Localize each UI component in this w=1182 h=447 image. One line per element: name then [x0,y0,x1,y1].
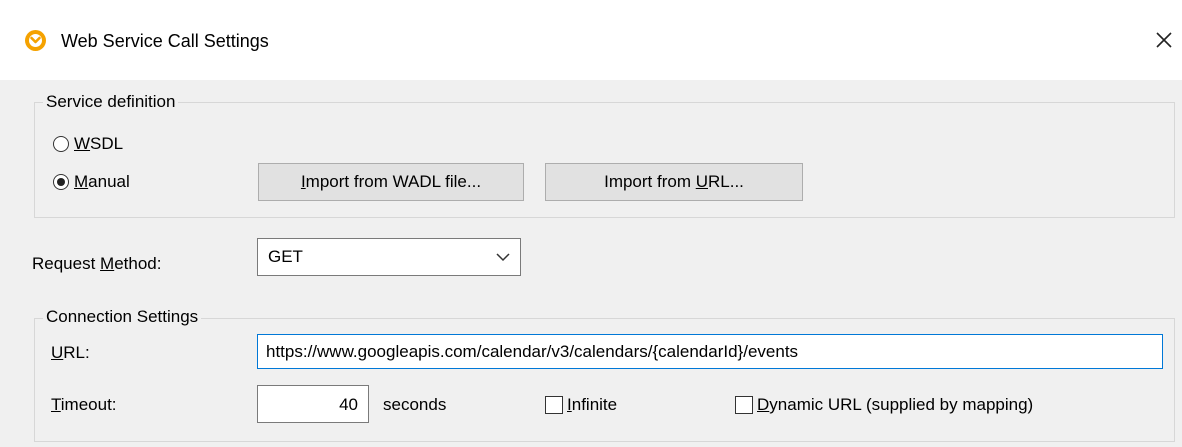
service-definition-label: Service definition [43,92,179,112]
dynamic-url-label: Dynamic URL (supplied by mapping) [757,395,1034,414]
seconds-label: seconds [383,395,447,414]
wsdl-label: WSDL [74,134,124,153]
close-button[interactable] [1150,26,1178,54]
close-icon [1156,32,1172,48]
import-from-url-button[interactable]: Import from URL... [545,163,803,201]
timeout-label: Timeout: [51,395,117,414]
timeout-input[interactable]: 40 [257,385,369,423]
manual-radio-circle [53,174,69,190]
url-label: URL: [51,343,90,362]
dynamic-url-checkbox-box [735,396,753,414]
altova-mapforce-icon [25,30,46,51]
chevron-down-icon [496,253,510,262]
infinite-label: Infinite [567,395,618,414]
import-from-url-label: Import from URL... [604,172,744,191]
request-method-select[interactable]: GET [257,238,521,276]
request-method-label: Request Method: [32,254,162,273]
request-method-value: GET [268,247,303,266]
infinite-checkbox[interactable]: Infinite [545,394,617,416]
title-bar: Web Service Call Settings [0,0,1182,80]
wsdl-radio-circle [53,136,69,152]
import-from-wadl-label: Import from WADL file... [300,172,482,191]
manual-radio[interactable]: Manual [53,171,130,193]
manual-label: Manual [74,172,130,191]
url-value: https://www.googleapis.com/calendar/v3/c… [266,342,799,361]
wsdl-radio[interactable]: WSDL [53,133,123,155]
dynamic-url-checkbox[interactable]: Dynamic URL (supplied by mapping) [735,394,1033,416]
url-input[interactable]: https://www.googleapis.com/calendar/v3/c… [257,334,1163,369]
import-from-wadl-button[interactable]: Import from WADL file... [258,163,524,201]
infinite-checkbox-box [545,396,563,414]
window-title: Web Service Call Settings [61,31,269,51]
timeout-value: 40 [339,395,358,414]
connection-settings-label: Connection Settings [43,307,202,327]
